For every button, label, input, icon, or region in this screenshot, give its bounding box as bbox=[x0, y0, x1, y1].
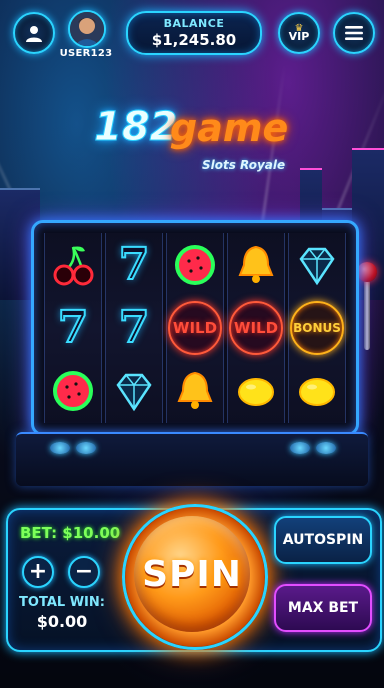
base-light bbox=[50, 442, 70, 454]
base-light bbox=[316, 442, 336, 454]
max-bet-button[interactable]: MAX BET bbox=[274, 584, 372, 632]
total-win-value: $0.00 bbox=[36, 612, 88, 631]
seven-icon: 7 bbox=[118, 238, 151, 291]
reel-symbol: 7 bbox=[106, 300, 162, 356]
watermelon-icon bbox=[53, 371, 93, 412]
menu-button[interactable] bbox=[333, 12, 375, 54]
wild-symbol: WILD bbox=[168, 300, 222, 355]
user-icon bbox=[26, 26, 42, 42]
wild-symbol: WILD bbox=[229, 300, 283, 355]
reel-2: 77 bbox=[105, 233, 163, 423]
avatar[interactable] bbox=[68, 10, 106, 48]
slot-machine: 7 7 7 WILD WILD BONUS bbox=[31, 220, 359, 436]
reel-symbol: BONUS bbox=[289, 300, 345, 356]
bonus-symbol: BONUS bbox=[290, 300, 344, 355]
balance-value: $1,245.80 bbox=[151, 31, 237, 49]
reel-symbol bbox=[167, 237, 223, 293]
bet-amount-label: BET: $10.00 bbox=[20, 524, 121, 542]
vip-label: VIP bbox=[288, 29, 310, 43]
slot-game-screen: USER123 BALANCE $1,245.80 ♛ VIP 182 game… bbox=[0, 0, 384, 688]
reel-symbol bbox=[106, 363, 162, 419]
base-light bbox=[290, 442, 310, 454]
seven-icon: 7 bbox=[118, 301, 151, 354]
lever-stick bbox=[364, 280, 370, 350]
lemon-icon bbox=[238, 378, 274, 407]
cherry-icon bbox=[53, 246, 94, 286]
reel-symbol bbox=[289, 237, 345, 293]
balance-label: BALANCE bbox=[163, 17, 225, 30]
reel-symbol bbox=[228, 237, 284, 293]
reel-5: BONUS bbox=[288, 233, 346, 423]
diamond-icon bbox=[116, 374, 152, 412]
reel-symbol bbox=[289, 363, 345, 419]
reel-symbol: WILD bbox=[167, 300, 223, 356]
reel-symbol bbox=[228, 363, 284, 419]
bet-decrease-button[interactable]: − bbox=[68, 556, 100, 588]
reel-symbol: 7 bbox=[106, 237, 162, 293]
reel-symbol bbox=[167, 363, 223, 419]
minus-icon: − bbox=[74, 559, 94, 584]
autospin-button[interactable]: AUTOSPIN bbox=[274, 516, 372, 564]
plus-icon: + bbox=[28, 559, 48, 584]
bell-icon bbox=[177, 372, 213, 410]
reel-symbol bbox=[45, 237, 101, 293]
spin-button[interactable]: SPIN bbox=[134, 516, 250, 632]
reel-symbol bbox=[45, 363, 101, 419]
machine-base bbox=[16, 432, 368, 486]
balance-display: BALANCE $1,245.80 bbox=[126, 11, 262, 55]
reel-3: WILD bbox=[166, 233, 224, 423]
base-light bbox=[76, 442, 96, 454]
game-logo: 182 game Slots Royale bbox=[90, 104, 294, 176]
reel-1: 7 bbox=[44, 233, 102, 423]
bet-increase-button[interactable]: + bbox=[22, 556, 54, 588]
bell-icon bbox=[238, 245, 274, 283]
logo-subtitle: Slots Royale bbox=[202, 158, 286, 172]
username-label: USER123 bbox=[59, 48, 113, 59]
vip-button[interactable]: ♛ VIP bbox=[278, 12, 320, 54]
top-bar: USER123 BALANCE $1,245.80 ♛ VIP bbox=[0, 0, 384, 66]
reel-4: WILD bbox=[227, 233, 285, 423]
reel-symbol: 7 bbox=[45, 300, 101, 356]
reels-grid: 7 7 7 WILD WILD BONUS bbox=[44, 233, 346, 423]
seven-icon: 7 bbox=[57, 301, 90, 354]
lever-knob[interactable] bbox=[357, 262, 377, 282]
reel-symbol: WILD bbox=[228, 300, 284, 356]
logo-word: game bbox=[170, 106, 289, 150]
logo-number: 182 bbox=[94, 104, 178, 151]
avatar-image bbox=[70, 12, 104, 46]
diamond-icon bbox=[299, 247, 335, 285]
total-win-label: TOTAL WIN: bbox=[19, 595, 105, 610]
watermelon-icon bbox=[175, 244, 215, 285]
hamburger-menu-icon bbox=[345, 26, 363, 40]
profile-button[interactable] bbox=[13, 12, 55, 54]
lemon-icon bbox=[299, 378, 335, 407]
